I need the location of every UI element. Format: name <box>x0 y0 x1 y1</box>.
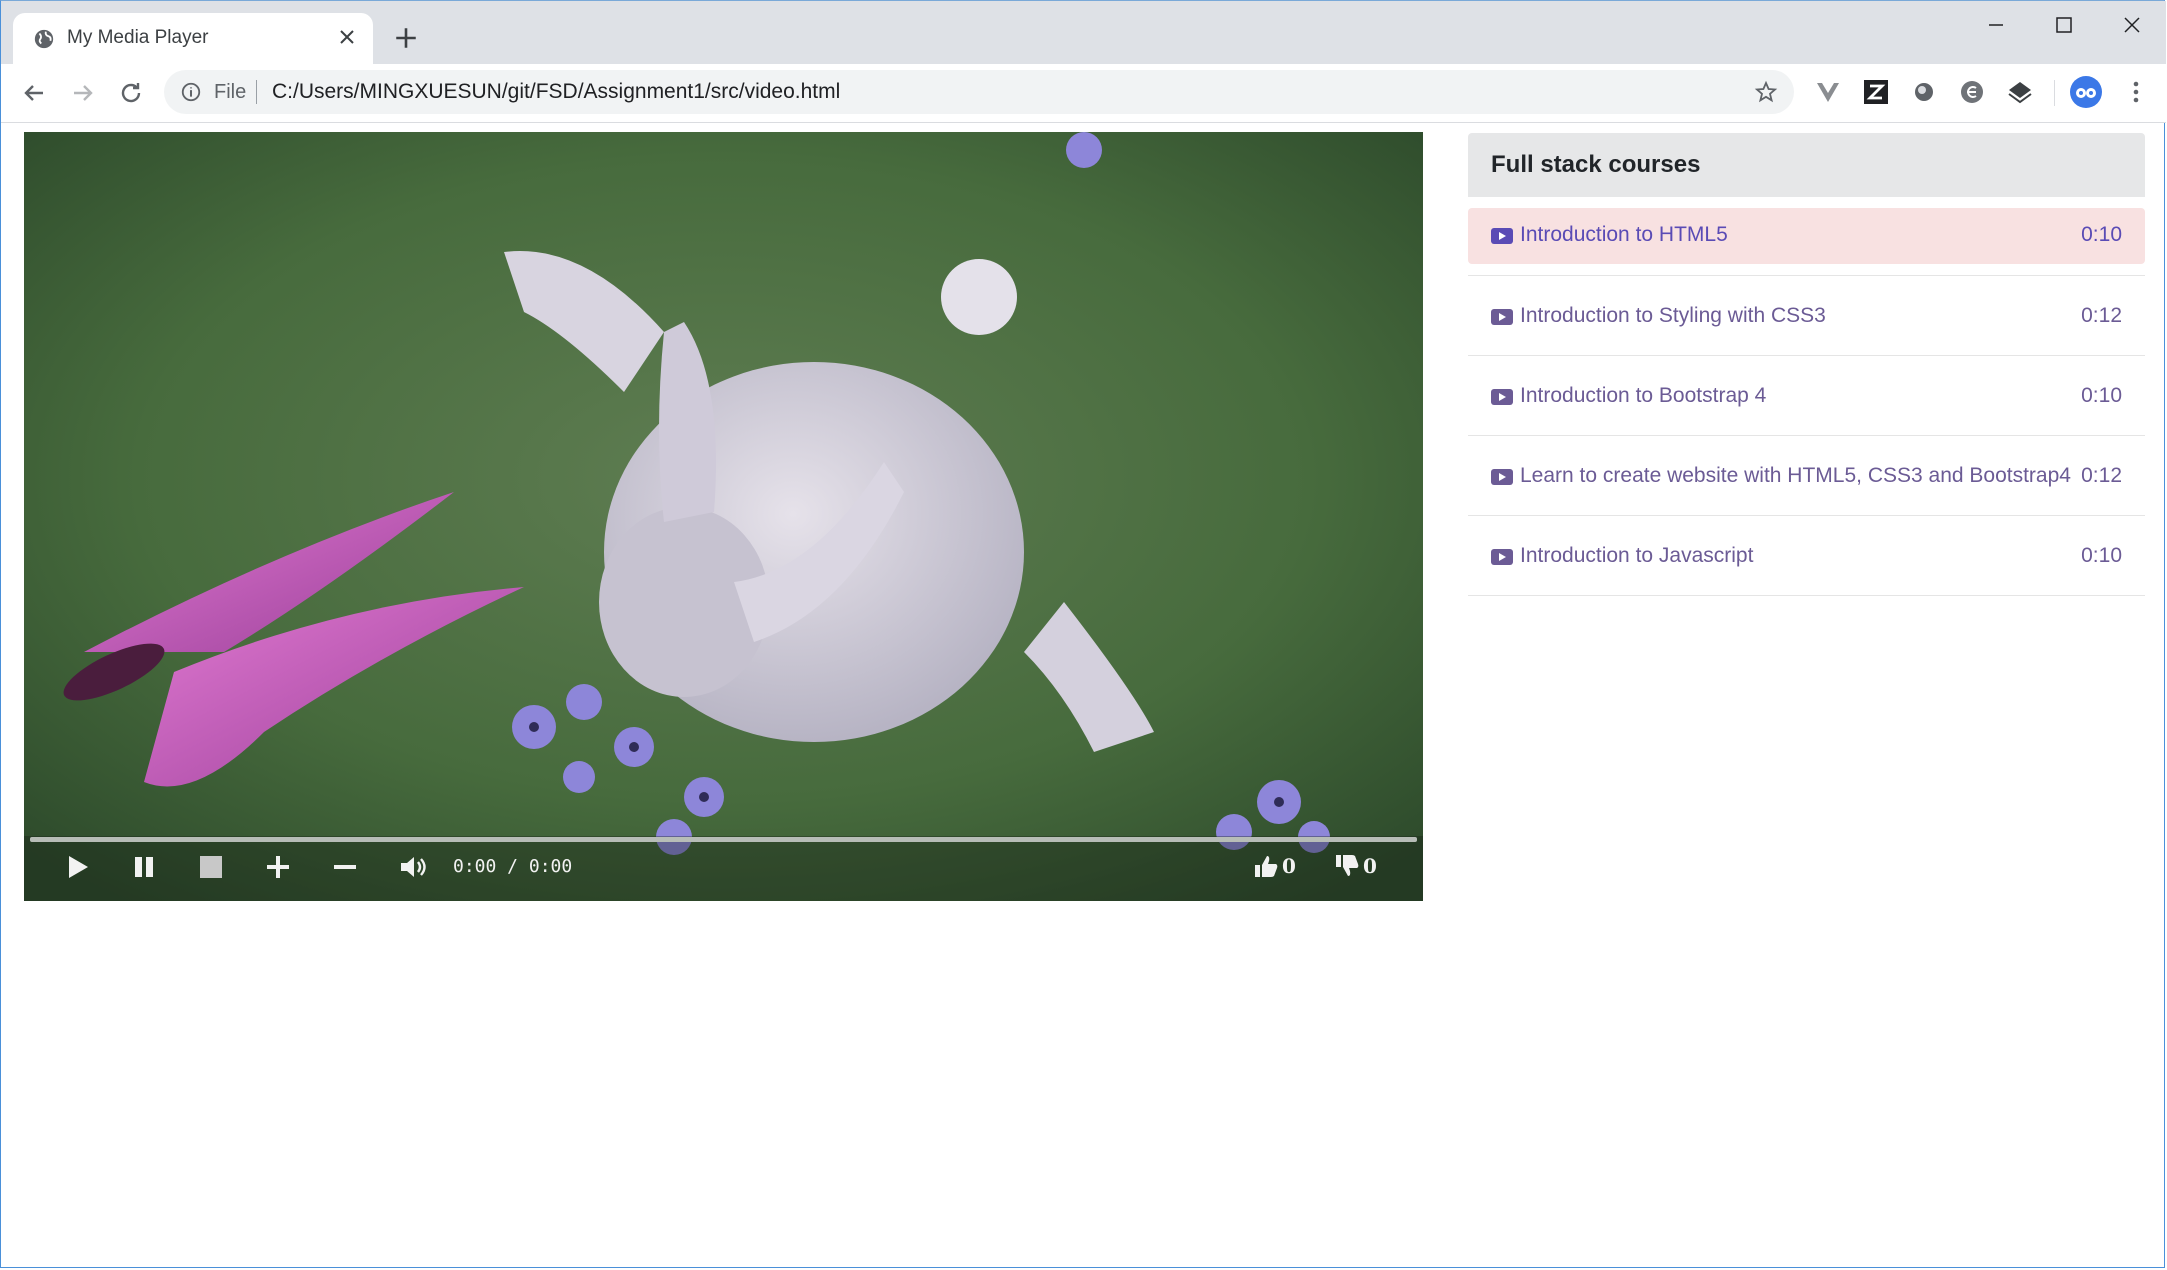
youtube-icon <box>1491 549 1513 565</box>
volume-up-icon[interactable] <box>263 852 293 882</box>
youtube-icon <box>1491 469 1513 485</box>
course-label[interactable]: Learn to create website with HTML5, CSS3… <box>1520 464 2071 488</box>
volume-down-icon[interactable] <box>330 852 360 882</box>
new-tab-icon[interactable] <box>393 25 419 51</box>
stop-icon[interactable] <box>196 852 226 882</box>
video-frame <box>24 132 1423 901</box>
browser-toolbar: File C:/Users/MINGXUESUN/git/FSD/Assignm… <box>1 64 2166 123</box>
speaker-icon[interactable] <box>398 852 428 882</box>
e-extension-icon[interactable] <box>1958 78 1986 106</box>
reload-icon[interactable] <box>115 77 147 109</box>
play-icon[interactable] <box>62 852 92 882</box>
youtube-icon <box>1491 228 1513 244</box>
pause-icon[interactable] <box>129 852 159 882</box>
youtube-icon <box>1491 389 1513 405</box>
course-duration: 0:12 <box>2081 304 2122 327</box>
minimize-icon[interactable] <box>1966 9 2026 41</box>
dislike-button[interactable]: 0 <box>1333 851 1377 881</box>
thumbs-down-icon <box>1336 855 1359 876</box>
course-duration: 0:12 <box>2081 464 2122 487</box>
globe-icon <box>34 29 54 49</box>
course-sidebar: Full stack courses Introduction to HTML5… <box>1468 133 2145 596</box>
course-item-javascript[interactable]: Introduction to Javascript 0:10 <box>1468 516 2145 596</box>
player-controls-bar <box>24 836 1423 901</box>
course-label[interactable]: Introduction to Javascript <box>1520 544 1753 568</box>
sidebar-header: Full stack courses <box>1468 133 2145 197</box>
toolbar-separator <box>2054 80 2055 106</box>
file-scheme-label: File <box>214 81 247 103</box>
progress-bar[interactable] <box>30 837 1417 842</box>
course-item-website[interactable]: Learn to create website with HTML5, CSS3… <box>1468 436 2145 516</box>
course-label[interactable]: Introduction to Styling with CSS3 <box>1520 304 1826 328</box>
tab-strip: My Media Player <box>1 1 2166 64</box>
profile-avatar[interactable] <box>2070 76 2102 108</box>
course-label[interactable]: Introduction to Bootstrap 4 <box>1520 384 1766 408</box>
window-close-icon[interactable] <box>2102 9 2162 41</box>
url-text[interactable]: C:/Users/MINGXUESUN/git/FSD/Assignment1/… <box>272 80 840 104</box>
video-player[interactable]: 0:00 / 0:00 0 0 <box>24 132 1423 901</box>
course-item-css3[interactable]: Introduction to Styling with CSS3 0:12 <box>1468 276 2145 356</box>
kebab-menu-icon[interactable] <box>2122 78 2150 106</box>
thumbs-up-icon <box>1255 856 1278 877</box>
youtube-icon <box>1491 309 1513 325</box>
circle-extension-icon[interactable] <box>1910 78 1938 106</box>
time-display: 0:00 / 0:00 <box>453 856 573 877</box>
bookmark-star-icon[interactable] <box>1754 80 1778 104</box>
course-duration: 0:10 <box>2081 384 2122 407</box>
like-button[interactable]: 0 <box>1252 851 1296 881</box>
like-count: 0 <box>1282 854 1296 878</box>
course-item-bootstrap4[interactable]: Introduction to Bootstrap 4 0:10 <box>1468 356 2145 436</box>
z-extension-icon[interactable] <box>1862 78 1890 106</box>
vue-devtools-extension-icon[interactable] <box>1814 78 1842 106</box>
address-bar[interactable]: File C:/Users/MINGXUESUN/git/FSD/Assignm… <box>164 70 1794 114</box>
close-tab-icon[interactable] <box>335 25 359 49</box>
info-icon[interactable] <box>180 81 202 103</box>
layers-extension-icon[interactable] <box>2006 78 2034 106</box>
avatar-icon <box>2076 88 2096 98</box>
tab-title: My Media Player <box>67 27 209 48</box>
maximize-icon[interactable] <box>2034 9 2094 41</box>
course-duration: 0:10 <box>2081 223 2122 246</box>
forward-arrow-icon[interactable] <box>67 77 99 109</box>
course-duration: 0:10 <box>2081 544 2122 567</box>
dislike-count: 0 <box>1363 854 1377 878</box>
back-arrow-icon[interactable] <box>18 77 50 109</box>
address-separator <box>256 80 257 104</box>
course-label[interactable]: Introduction to HTML5 <box>1520 223 1728 247</box>
course-item-html5[interactable]: Introduction to HTML5 0:10 <box>1468 208 2145 276</box>
sidebar-title: Full stack courses <box>1491 151 1701 178</box>
browser-tab[interactable]: My Media Player <box>13 13 373 64</box>
course-list: Introduction to HTML5 0:10 Introduction … <box>1468 208 2145 596</box>
